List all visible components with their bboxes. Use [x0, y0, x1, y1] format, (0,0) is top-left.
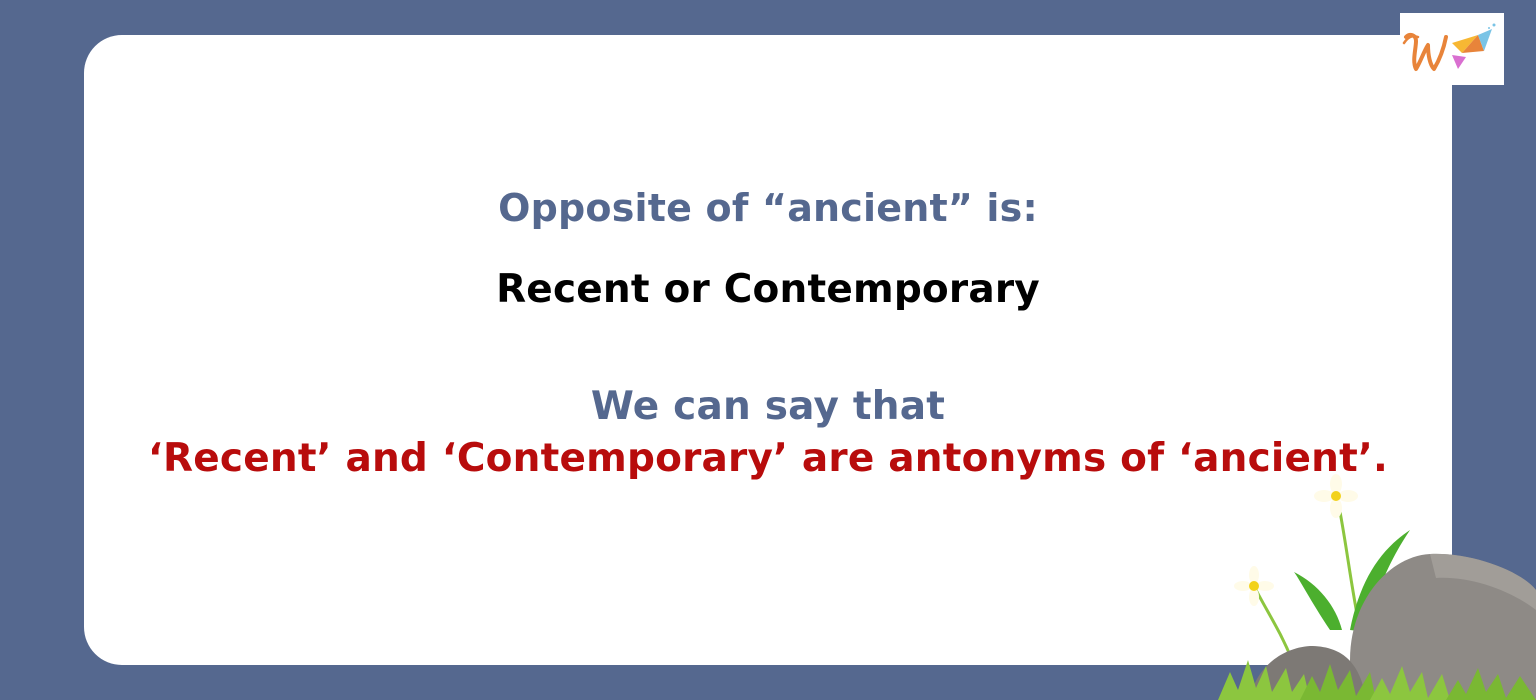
flower-icon [1234, 474, 1362, 661]
question-heading: Opposite of “ancient” is: [498, 186, 1038, 230]
w-brand-logo-icon [1402, 23, 1496, 71]
explanation-lead: We can say that [590, 384, 946, 429]
answer-text: Recent or Contemporary [496, 267, 1040, 312]
rock-icon [1250, 553, 1536, 700]
brand-logo [1400, 13, 1504, 85]
rock-and-grass-decoration [1200, 460, 1536, 700]
